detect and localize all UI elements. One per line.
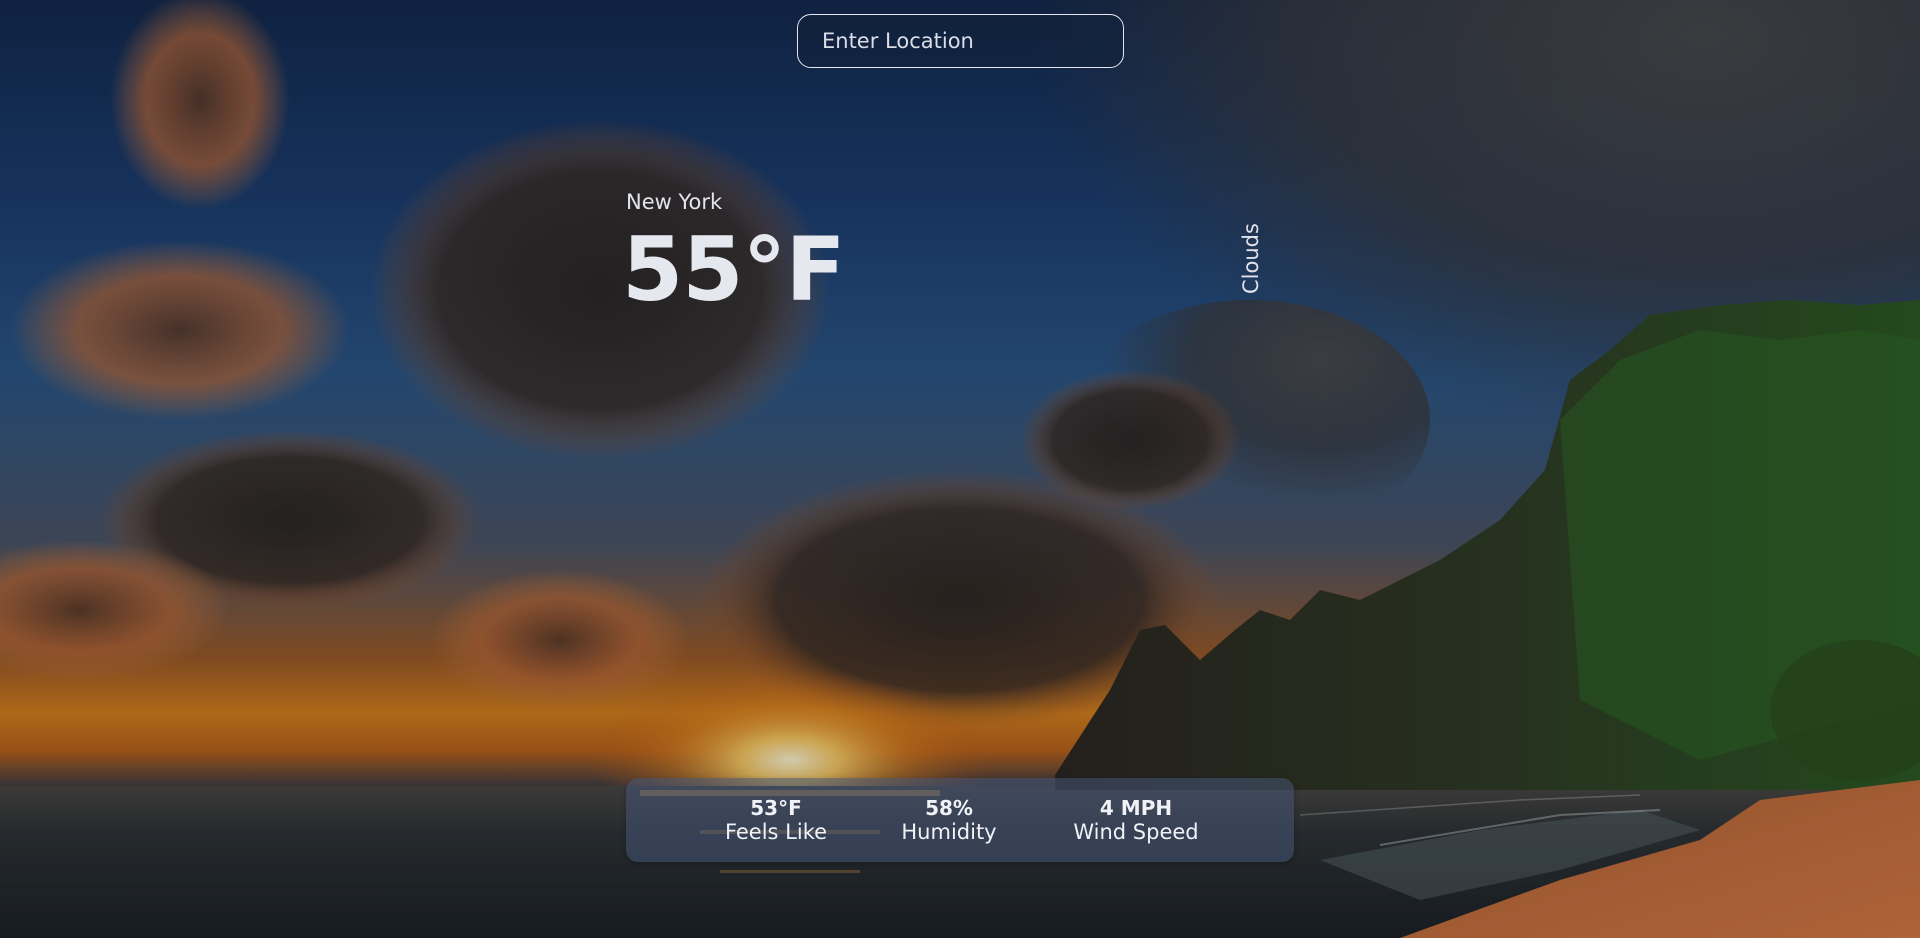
feels-like-stat: 53°F Feels Like [722,796,830,844]
humidity-value: 58% [925,796,973,820]
search-bar[interactable] [797,14,1124,68]
weather-description: Clouds [1239,223,1263,294]
humidity-label: Humidity [901,820,997,844]
humidity-stat: 58% Humidity [900,796,998,844]
weather-app: New York 55°F Clouds 53°F Feels Like 58%… [0,0,1920,938]
current-temperature: 55°F [622,218,846,321]
wind-speed-stat: 4 MPH Wind Speed [1071,796,1201,844]
wind-speed-label: Wind Speed [1073,820,1199,844]
weather-stats-panel: 53°F Feels Like 58% Humidity 4 MPH Wind … [626,778,1294,862]
feels-like-value: 53°F [750,796,802,820]
feels-like-label: Feels Like [724,820,828,844]
location-name: New York [626,190,723,214]
location-search-input[interactable] [797,14,1124,68]
wind-speed-value: 4 MPH [1099,796,1173,820]
